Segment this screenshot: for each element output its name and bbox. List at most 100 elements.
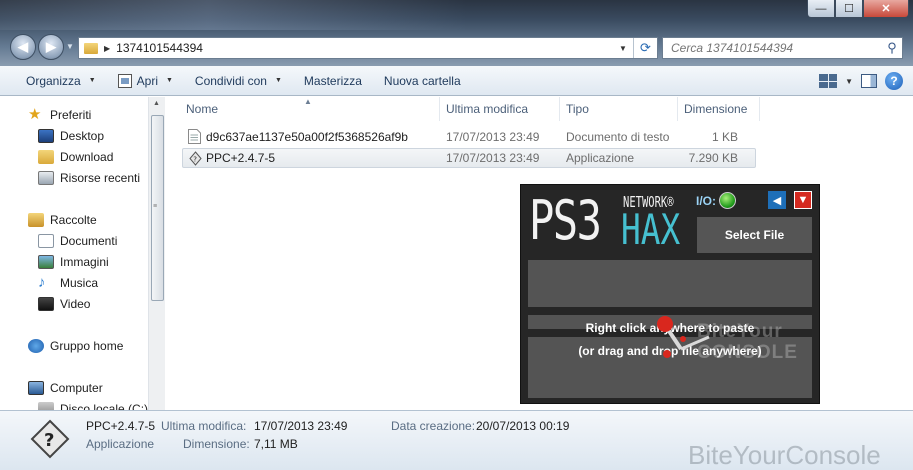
- column-name-label: Nome: [186, 102, 219, 116]
- open-label: Apri: [136, 73, 158, 88]
- column-type-label: Tipo: [566, 102, 589, 116]
- view-controls: ▼ ?: [819, 72, 903, 90]
- minimize-button[interactable]: —: [807, 0, 835, 18]
- unknown-application-icon: ?: [30, 419, 70, 459]
- search-icon[interactable]: ⚲: [882, 40, 902, 56]
- address-path[interactable]: 1374101544394: [116, 41, 613, 55]
- burn-button[interactable]: Masterizza: [293, 66, 373, 96]
- file-row-selected[interactable]: ? PPC+2.4.7-5 17/07/2013 23:49 Applicazi…: [182, 148, 756, 168]
- desktop-icon: [38, 129, 54, 143]
- chevron-down-icon: ▼: [165, 77, 173, 84]
- search-input[interactable]: [671, 41, 882, 55]
- share-menu[interactable]: Condividi con ▼: [184, 66, 293, 96]
- libraries-icon: [28, 213, 44, 227]
- refresh-icon[interactable]: ⟳: [633, 38, 657, 58]
- pictures-icon: [38, 255, 54, 269]
- address-dropdown-icon[interactable]: ▼: [613, 44, 633, 53]
- navigation-scrollbar[interactable]: ▲ ≡: [148, 97, 165, 410]
- nav-local-disk[interactable]: Disco locale (C:): [38, 399, 148, 410]
- file-type: Applicazione: [566, 151, 635, 165]
- nav-homegroup-label: Gruppo home: [50, 339, 124, 353]
- disk-icon: [38, 402, 54, 410]
- unknown-application-icon: ?: [189, 151, 202, 166]
- video-icon: [38, 297, 54, 311]
- arrow-right-icon: ▶: [46, 39, 56, 54]
- organize-menu[interactable]: Organizza ▼: [0, 66, 107, 96]
- file-modified: 17/07/2013 23:49: [446, 130, 540, 144]
- maximize-button[interactable]: ☐: [835, 0, 863, 18]
- details-created-value: 20/07/2013 00:19: [476, 419, 570, 433]
- music-icon: ♪: [38, 274, 46, 291]
- help-icon[interactable]: ?: [885, 72, 903, 90]
- file-name: PPC+2.4.7-5: [206, 151, 276, 165]
- nav-local-disk-label: Disco locale (C:): [60, 402, 149, 410]
- nav-download[interactable]: Download: [38, 147, 113, 167]
- download-folder-icon: [38, 150, 54, 164]
- joystick-logo-icon: [657, 316, 710, 358]
- nav-download-label: Download: [60, 150, 114, 164]
- nav-documents[interactable]: Documenti: [38, 231, 117, 251]
- title-bar: — ☐ ✕ ◀ ▶ ▼ ▶ 1374101544394 ▼ ⟳ ⚲: [0, 0, 913, 66]
- nav-pictures[interactable]: Immagini: [38, 252, 109, 272]
- window-controls: — ☐ ✕: [807, 0, 909, 18]
- nav-video[interactable]: Video: [38, 294, 90, 314]
- recent-pages-dropdown[interactable]: ▼: [66, 42, 74, 51]
- nav-favorites[interactable]: ★ Preferiti: [28, 105, 91, 125]
- back-button[interactable]: ◀: [10, 34, 36, 60]
- breadcrumb-chevron-icon[interactable]: ▶: [104, 44, 110, 53]
- search-box[interactable]: ⚲: [662, 37, 903, 59]
- details-modified-value: 17/07/2013 23:49: [254, 419, 348, 433]
- scroll-up-icon[interactable]: ▲: [153, 100, 160, 107]
- nav-homegroup[interactable]: Gruppo home: [28, 336, 123, 356]
- recent-places-icon: [38, 171, 54, 185]
- column-header-type[interactable]: Tipo: [560, 97, 678, 121]
- nav-video-label: Video: [60, 297, 91, 311]
- nav-music[interactable]: ♪ Musica: [38, 273, 98, 293]
- nav-recent[interactable]: Risorse recenti: [38, 168, 140, 188]
- file-size: 7.290 KB: [688, 151, 738, 165]
- nav-computer[interactable]: Computer: [28, 378, 103, 398]
- triangle-down-icon: ▼: [797, 194, 809, 206]
- svg-text:?: ?: [44, 430, 54, 451]
- file-name: d9c637ae1137e50a00f2f5368526af9b: [206, 130, 408, 144]
- chevron-down-icon: ▼: [274, 77, 282, 84]
- close-arrow-button[interactable]: ▼: [794, 191, 812, 209]
- sort-ascending-icon: ▲: [304, 97, 312, 106]
- nav-favorites-label: Preferiti: [50, 108, 92, 122]
- grip-icon: ≡: [153, 203, 158, 210]
- documents-icon: [38, 234, 54, 248]
- nav-recent-label: Risorse recenti: [60, 171, 141, 185]
- application-icon: [117, 73, 132, 88]
- open-button[interactable]: Apri ▼: [107, 66, 184, 96]
- close-button[interactable]: ✕: [863, 0, 909, 18]
- nav-desktop[interactable]: Desktop: [38, 126, 104, 146]
- nav-documents-label: Documenti: [60, 234, 118, 248]
- preview-pane-icon[interactable]: [861, 74, 877, 88]
- view-dropdown-icon[interactable]: ▼: [845, 77, 853, 86]
- svg-text:?: ?: [193, 156, 197, 164]
- file-row[interactable]: d9c637ae1137e50a00f2f5368526af9b 17/07/2…: [182, 127, 756, 147]
- burn-label: Masterizza: [303, 73, 362, 88]
- file-modified: 17/07/2013 23:49: [446, 151, 540, 165]
- address-bar[interactable]: ▶ 1374101544394 ▼ ⟳: [78, 37, 658, 59]
- back-arrow-button[interactable]: ◀: [768, 191, 786, 209]
- details-modified-label: Ultima modifica:: [161, 419, 247, 433]
- select-file-button[interactable]: Select File: [697, 217, 812, 253]
- io-status-led-icon: [719, 192, 736, 209]
- command-bar: Organizza ▼ Apri ▼ Condividi con ▼ Maste…: [0, 66, 913, 96]
- nav-libraries[interactable]: Raccolte: [28, 210, 97, 230]
- column-size-label: Dimensione: [684, 102, 748, 116]
- nav-desktop-label: Desktop: [60, 129, 105, 143]
- new-folder-button[interactable]: Nuova cartella: [373, 66, 472, 96]
- details-size-label: Dimensione:: [183, 437, 250, 451]
- app-logo-hax: HAX: [621, 205, 681, 254]
- io-label: I/O:: [696, 194, 716, 208]
- triangle-left-icon: ◀: [772, 194, 782, 207]
- details-name: PPC+2.4.7-5: [86, 419, 156, 433]
- homegroup-icon: [28, 339, 44, 353]
- change-view-icon[interactable]: [819, 74, 838, 88]
- forward-button[interactable]: ▶: [38, 34, 64, 60]
- column-header-size[interactable]: Dimensione: [678, 97, 760, 121]
- column-header-modified[interactable]: Ultima modifica: [440, 97, 560, 121]
- details-size-value: 7,11 MB: [254, 437, 298, 451]
